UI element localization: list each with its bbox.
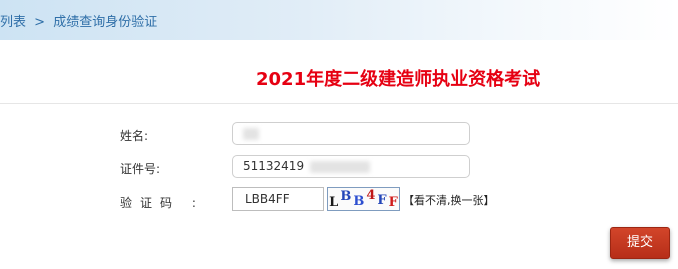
breadcrumb: 列表 > 成绩查询身份验证 — [0, 11, 161, 30]
breadcrumb-item-current: 成绩查询身份验证 — [53, 15, 158, 30]
captcha-char: F — [377, 192, 387, 208]
refresh-captcha-link[interactable]: 【看不清,换一张】 — [403, 192, 495, 208]
breadcrumb-item-list[interactable]: 列表 — [0, 15, 26, 30]
submit-button[interactable]: 提交 — [610, 227, 670, 259]
captcha-input[interactable]: LBB4FF — [232, 187, 324, 211]
captcha-char: F — [388, 194, 398, 210]
captcha-char: B — [340, 188, 352, 204]
id-number-field[interactable]: 51132419 — [232, 155, 470, 178]
page-title: 2021年度二级建造师执业资格考试 — [256, 69, 541, 90]
id-number-label: 证件号: — [120, 162, 161, 176]
header-bar: 列表 > 成绩查询身份验证 — [0, 0, 678, 40]
breadcrumb-separator: > — [34, 15, 46, 30]
title-area: 2021年度二级建造师执业资格考试 — [0, 40, 678, 104]
name-label: 姓名: — [120, 129, 149, 143]
name-field[interactable] — [232, 122, 470, 145]
captcha-image[interactable]: LBB4FF — [327, 187, 400, 211]
captcha-char: L — [329, 194, 339, 210]
captcha-char: B — [353, 193, 365, 209]
captcha-char: 4 — [366, 187, 376, 203]
captcha-label: 验证码 : — [120, 196, 204, 210]
redacted-id-number — [309, 160, 370, 173]
redacted-name — [243, 127, 259, 140]
id-number-value: 51132419 — [243, 159, 305, 173]
